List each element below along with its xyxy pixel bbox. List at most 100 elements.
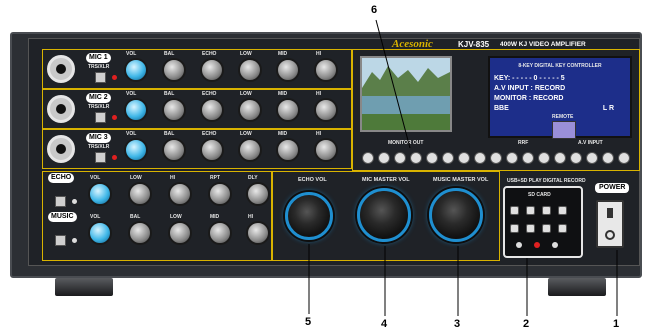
callout-3: 3 — [454, 318, 461, 330]
video-select-button-2[interactable] — [378, 152, 390, 164]
mic-2-knob-label-echo: ECHO — [202, 91, 217, 97]
video-select-button-17[interactable] — [618, 152, 630, 164]
mic-input-jack-1[interactable] — [47, 55, 75, 83]
mic-1-vol-knob[interactable] — [124, 58, 148, 82]
mic-3-hi-knob[interactable] — [314, 138, 338, 162]
mic-2-vol-knob[interactable] — [124, 98, 148, 122]
video-select-button-15[interactable] — [586, 152, 598, 164]
usb-control-button-3[interactable] — [542, 206, 551, 215]
video-select-button-8[interactable] — [474, 152, 486, 164]
echo-low-knob[interactable] — [128, 182, 152, 206]
video-select-button-3[interactable] — [394, 152, 406, 164]
usb-indicator-1 — [516, 242, 522, 248]
mic-1-echo-knob[interactable] — [200, 58, 224, 82]
mic-sub-label-3: TRS/XLR — [88, 144, 110, 150]
echo-knob-label-hi: HI — [170, 175, 175, 181]
usb-indicator-3 — [552, 242, 558, 248]
echo-rpt-knob[interactable] — [208, 182, 232, 206]
mic-2-echo-knob[interactable] — [200, 98, 224, 122]
mic-1-knob-label-low: LOW — [240, 51, 252, 57]
usb-function-button-2[interactable] — [526, 224, 535, 233]
mic-led-3 — [112, 155, 117, 160]
mic-label-1: MIC 1 — [86, 53, 111, 63]
echo-vol-knob[interactable] — [88, 182, 112, 206]
mic-1-mid-knob[interactable] — [276, 58, 300, 82]
music-knob-label-hi: HI — [248, 214, 253, 220]
echo-label: ECHO — [48, 173, 75, 183]
mic-2-knob-label-mid: MID — [278, 91, 288, 97]
callout-1: 1 — [613, 318, 620, 330]
echo-knob-label-low: LOW — [130, 175, 142, 181]
usb-control-button-4[interactable] — [558, 206, 567, 215]
usb-control-button-1[interactable] — [510, 206, 519, 215]
echo-button[interactable] — [55, 196, 66, 207]
mic-button-1[interactable] — [95, 72, 106, 83]
music-knob-label-vol: VOL — [90, 214, 101, 220]
music-button[interactable] — [55, 235, 66, 246]
mic-2-mid-knob[interactable] — [276, 98, 300, 122]
echo-hi-knob[interactable] — [168, 182, 192, 206]
usb-control-button-2[interactable] — [526, 206, 535, 215]
music-hi-knob[interactable] — [246, 221, 270, 245]
mic-3-low-knob[interactable] — [238, 138, 262, 162]
video-select-button-7[interactable] — [458, 152, 470, 164]
mic-3-bal-knob[interactable] — [162, 138, 186, 162]
mic-1-knob-label-vol: VOL — [126, 51, 137, 57]
video-select-button-4[interactable] — [410, 152, 422, 164]
mic-led-1 — [112, 75, 117, 80]
music-knob-label-low: LOW — [170, 214, 182, 220]
callout-2: 2 — [523, 318, 530, 330]
callout-4: 4 — [381, 318, 388, 330]
mic-2-bal-knob[interactable] — [162, 98, 186, 122]
mic-1-hi-knob[interactable] — [314, 58, 338, 82]
mic-3-knob-label-echo: ECHO — [202, 131, 217, 137]
mic-3-knob-label-mid: MID — [278, 131, 288, 137]
video-select-button-9[interactable] — [490, 152, 502, 164]
video-select-button-1[interactable] — [362, 152, 374, 164]
mic-sub-label-2: TRS/XLR — [88, 104, 110, 110]
video-select-button-12[interactable] — [538, 152, 550, 164]
music-low-knob[interactable] — [168, 221, 192, 245]
mic-button-3[interactable] — [95, 152, 106, 163]
video-select-button-13[interactable] — [554, 152, 566, 164]
music-mid-knob[interactable] — [208, 221, 232, 245]
echo-dly-knob[interactable] — [246, 182, 270, 206]
mic-1-knob-label-echo: ECHO — [202, 51, 217, 57]
callout-5: 5 — [305, 316, 312, 328]
mic-1-bal-knob[interactable] — [162, 58, 186, 82]
mic-2-knob-label-bal: BAL — [164, 91, 175, 97]
video-select-button-14[interactable] — [570, 152, 582, 164]
usb-function-button-3[interactable] — [542, 224, 551, 233]
video-select-button-11[interactable] — [522, 152, 534, 164]
mic-1-low-knob[interactable] — [238, 58, 262, 82]
usb-function-button-1[interactable] — [510, 224, 519, 233]
mic-3-knob-label-vol: VOL — [126, 131, 137, 137]
mic-2-hi-knob[interactable] — [314, 98, 338, 122]
mic-label-3: MIC 3 — [86, 133, 111, 143]
echo-led — [72, 199, 77, 204]
mic-1-knob-label-mid: MID — [278, 51, 288, 57]
mic-3-vol-knob[interactable] — [124, 138, 148, 162]
mic-button-2[interactable] — [95, 112, 106, 123]
mic-3-echo-knob[interactable] — [200, 138, 224, 162]
mic-input-jack-2[interactable] — [47, 95, 75, 123]
mic-label-2: MIC 2 — [86, 93, 111, 103]
music-vol-knob[interactable] — [88, 221, 112, 245]
mic-2-low-knob[interactable] — [238, 98, 262, 122]
mic-3-knob-label-bal: BAL — [164, 131, 175, 137]
mic-led-2 — [112, 115, 117, 120]
video-select-button-6[interactable] — [442, 152, 454, 164]
callout-6: 6 — [371, 4, 378, 16]
echo-knob-label-rpt: RPT — [210, 175, 220, 181]
music-knob-label-mid: MID — [210, 214, 220, 220]
video-select-button-5[interactable] — [426, 152, 438, 164]
mic-sub-label-1: TRS/XLR — [88, 64, 110, 70]
mic-3-knob-label-hi: HI — [316, 131, 321, 137]
music-bal-knob[interactable] — [128, 221, 152, 245]
video-select-button-10[interactable] — [506, 152, 518, 164]
usb-function-button-4[interactable] — [558, 224, 567, 233]
mic-input-jack-3[interactable] — [47, 135, 75, 163]
mic-3-mid-knob[interactable] — [276, 138, 300, 162]
music-led — [72, 238, 77, 243]
video-select-button-16[interactable] — [602, 152, 614, 164]
